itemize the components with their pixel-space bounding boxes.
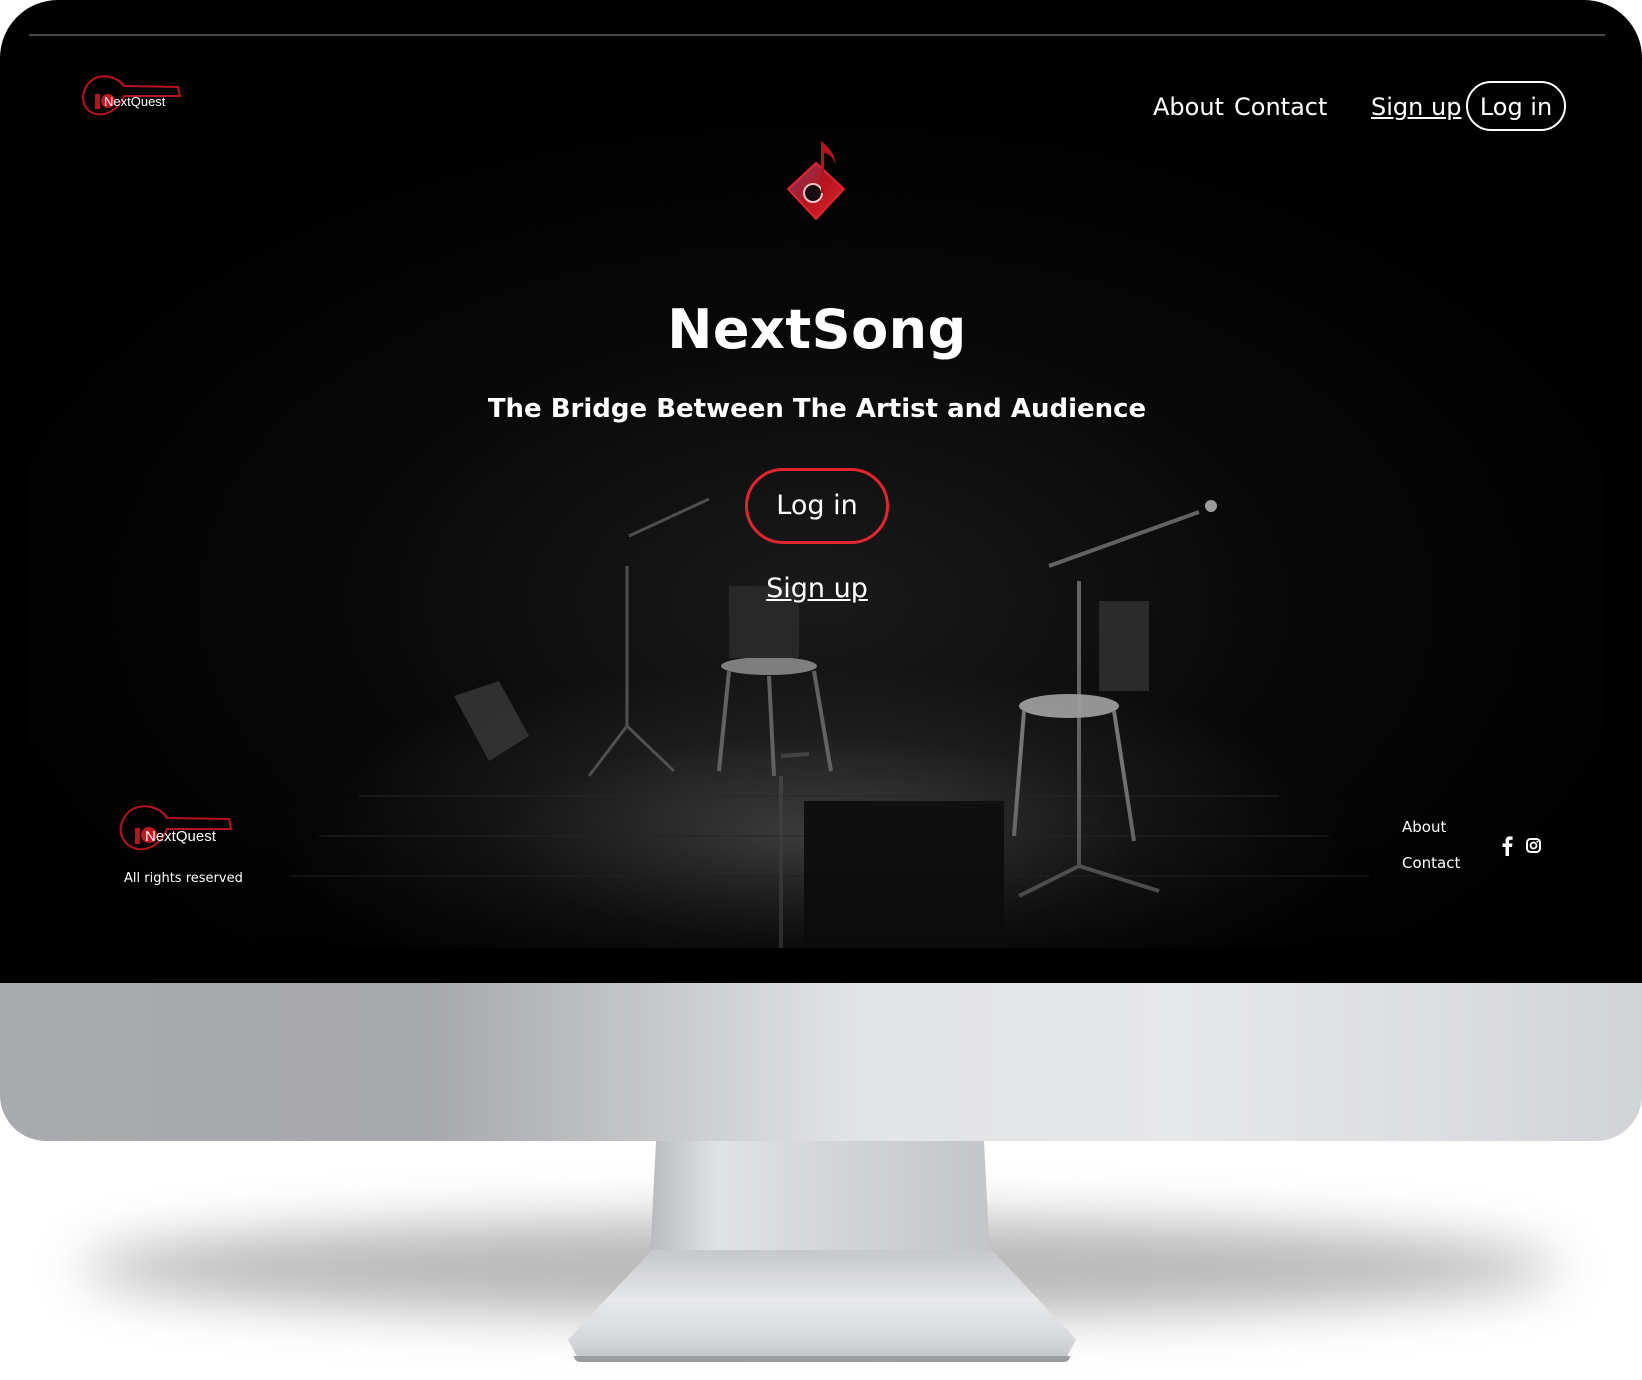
hero-login-button[interactable]: Log in: [745, 468, 889, 544]
footer-contact-link[interactable]: Contact: [1402, 854, 1460, 872]
footer-rights-text: All rights reserved: [124, 871, 243, 886]
facebook-icon[interactable]: [1500, 836, 1514, 856]
monitor-stand-base: [568, 1250, 1076, 1362]
monitor-chin: [0, 983, 1642, 1141]
website-screen: NextQuest About Contact Sign up Log in N…: [29, 34, 1605, 948]
monitor-stand-neck: [650, 1141, 990, 1259]
footer-about-link[interactable]: About: [1402, 818, 1446, 836]
footer-logo[interactable]: NextQuest: [119, 804, 245, 858]
hero-tagline: The Bridge Between The Artist and Audien…: [487, 394, 1147, 424]
top-navigation: About Contact Sign up Log in: [29, 81, 1605, 137]
hero-title: NextSong: [667, 298, 967, 361]
footer-logo-text: NextQuest: [145, 828, 217, 845]
nav-about-link[interactable]: About: [1153, 81, 1224, 133]
nav-signup-link[interactable]: Sign up: [1371, 81, 1461, 133]
monitor-stand-edge: [574, 1356, 1070, 1362]
hero-signup-link[interactable]: Sign up: [29, 573, 1605, 604]
nav-contact-link[interactable]: Contact: [1234, 81, 1327, 133]
music-note-logo-icon: [787, 141, 845, 220]
instagram-icon[interactable]: [1526, 838, 1541, 853]
nav-login-button[interactable]: Log in: [1466, 81, 1566, 131]
